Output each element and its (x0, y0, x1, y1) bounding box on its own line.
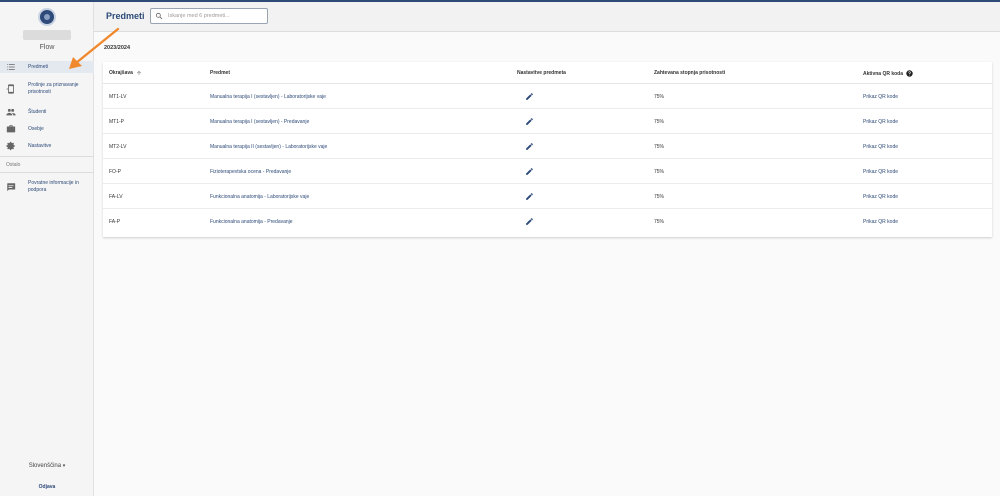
sidebar-divider (0, 156, 94, 157)
cell-attendance: 75% (654, 94, 665, 100)
table-row[interactable]: MT2-LV Manualna terapija II (sestavljen)… (103, 134, 992, 159)
cell-subject-link[interactable]: Funkcionalna anatomija - Predavanje (210, 219, 293, 225)
cell-attendance: 75% (654, 144, 665, 150)
edit-pencil-icon[interactable] (525, 217, 534, 226)
sidebar: Flow Predmeti Prošnje za priznavanje pri… (0, 2, 94, 496)
cell-attendance: 75% (654, 219, 665, 225)
list-icon (7, 64, 15, 70)
show-qr-link[interactable]: Prikaz QR kode (863, 119, 898, 125)
search-input[interactable] (168, 13, 264, 19)
language-label: Slovenščina (28, 463, 62, 469)
sidebar-item-label: Nastavitve (28, 142, 52, 149)
help-icon[interactable] (906, 70, 913, 77)
feedback-icon (7, 183, 16, 192)
search-icon (155, 12, 163, 20)
cell-subject-link[interactable]: Funkcionalna anatomija - Laboratorijske … (210, 194, 309, 200)
cell-attendance: 75% (654, 194, 665, 200)
university-logo (38, 8, 56, 26)
table-row[interactable]: FA-P Funkcionalna anatomija - Predavanje… (103, 209, 992, 234)
page-title: Predmeti (106, 11, 145, 21)
cell-abbr: MT1-LV (109, 94, 127, 100)
edit-pencil-icon[interactable] (525, 142, 534, 151)
caret-down-icon: ▾ (62, 463, 66, 469)
cell-abbr: MT1-P (109, 119, 124, 125)
show-qr-link[interactable]: Prikaz QR kode (863, 144, 898, 150)
cell-abbr: FA-LV (109, 194, 123, 200)
sidebar-item-label: Osebje (28, 125, 44, 132)
sidebar-item-osebje[interactable]: Osebje (0, 123, 94, 135)
sidebar-item-studenti[interactable]: Študenti (0, 106, 94, 118)
show-qr-link[interactable]: Prikaz QR kode (863, 94, 898, 100)
sidebar-item-feedback[interactable]: Povratne informacije in podpora (0, 178, 94, 196)
table-row[interactable]: FA-LV Funkcionalna anatomija - Laborator… (103, 184, 992, 209)
table-row[interactable]: FO-P Fizioterapevtska ocena - Predavanje… (103, 159, 992, 184)
cell-abbr: MT2-LV (109, 144, 127, 150)
column-header-settings: Nastavitve predmeta (517, 70, 566, 76)
sidebar-item-prosnje[interactable]: Prošnje za priznavanje prisotnosti (0, 80, 94, 98)
column-header-attendance[interactable]: Zahtevana stopnja prisotnosti (654, 70, 725, 76)
column-header-subject[interactable]: Predmet (210, 70, 230, 76)
cell-subject-link[interactable]: Manualna terapija I (sestavljen) - Preda… (210, 119, 309, 125)
sidebar-item-label: Prošnje za priznavanje prisotnosti (28, 82, 79, 95)
show-qr-link[interactable]: Prikaz QR kode (863, 219, 898, 225)
cell-attendance: 75% (654, 119, 665, 125)
gear-icon (6, 141, 15, 151)
column-label: Aktivna QR koda (863, 70, 904, 77)
edit-pencil-icon[interactable] (525, 117, 534, 126)
sidebar-item-label: Predmeti (28, 63, 49, 70)
cell-abbr: FA-P (109, 219, 121, 225)
people-icon (6, 108, 16, 116)
annotation-arrow-icon (69, 27, 120, 69)
table-row[interactable]: MT1-P Manualna terapija I (sestavljen) -… (103, 109, 992, 134)
show-qr-link[interactable]: Prikaz QR kode (863, 194, 898, 200)
column-header-qr: Aktivna QR koda (863, 70, 913, 77)
sidebar-divider (0, 172, 94, 173)
top-header: Predmeti (94, 2, 1000, 32)
cell-abbr: FO-P (109, 169, 121, 175)
sort-arrow-up-icon (136, 71, 141, 75)
show-qr-link[interactable]: Prikaz QR kode (863, 169, 898, 175)
table-header: Okrajšava Predmet Nastavitve predmeta Za… (103, 62, 992, 84)
language-select[interactable]: Slovenščina ▾ (0, 463, 94, 469)
sidebar-item-nastavitve[interactable]: Nastavitve (0, 140, 94, 152)
sidebar-item-label: Povratne informacije in podpora (28, 180, 79, 193)
edit-pencil-icon[interactable] (525, 167, 534, 176)
phone-request-icon (6, 84, 14, 94)
cell-subject-link[interactable]: Fizioterapevtska ocena - Predavanje (210, 169, 291, 175)
cell-subject-link[interactable]: Manualna terapija II (sestavljen) - Labo… (210, 144, 327, 150)
sidebar-section-other: Ostalo (6, 162, 21, 168)
cell-attendance: 75% (654, 169, 665, 175)
table-row[interactable]: MT1-LV Manualna terapija I (sestavljen) … (103, 84, 992, 109)
cell-subject-link[interactable]: Manualna terapija I (sestavljen) - Labor… (210, 94, 326, 100)
briefcase-icon (6, 125, 16, 133)
edit-pencil-icon[interactable] (525, 192, 534, 201)
logout-button[interactable]: Odjava (0, 484, 94, 490)
subjects-table: Okrajšava Predmet Nastavitve predmeta Za… (103, 62, 992, 237)
edit-pencil-icon[interactable] (525, 92, 534, 101)
sidebar-item-label: Študenti (28, 108, 47, 115)
search-box[interactable] (150, 8, 268, 24)
